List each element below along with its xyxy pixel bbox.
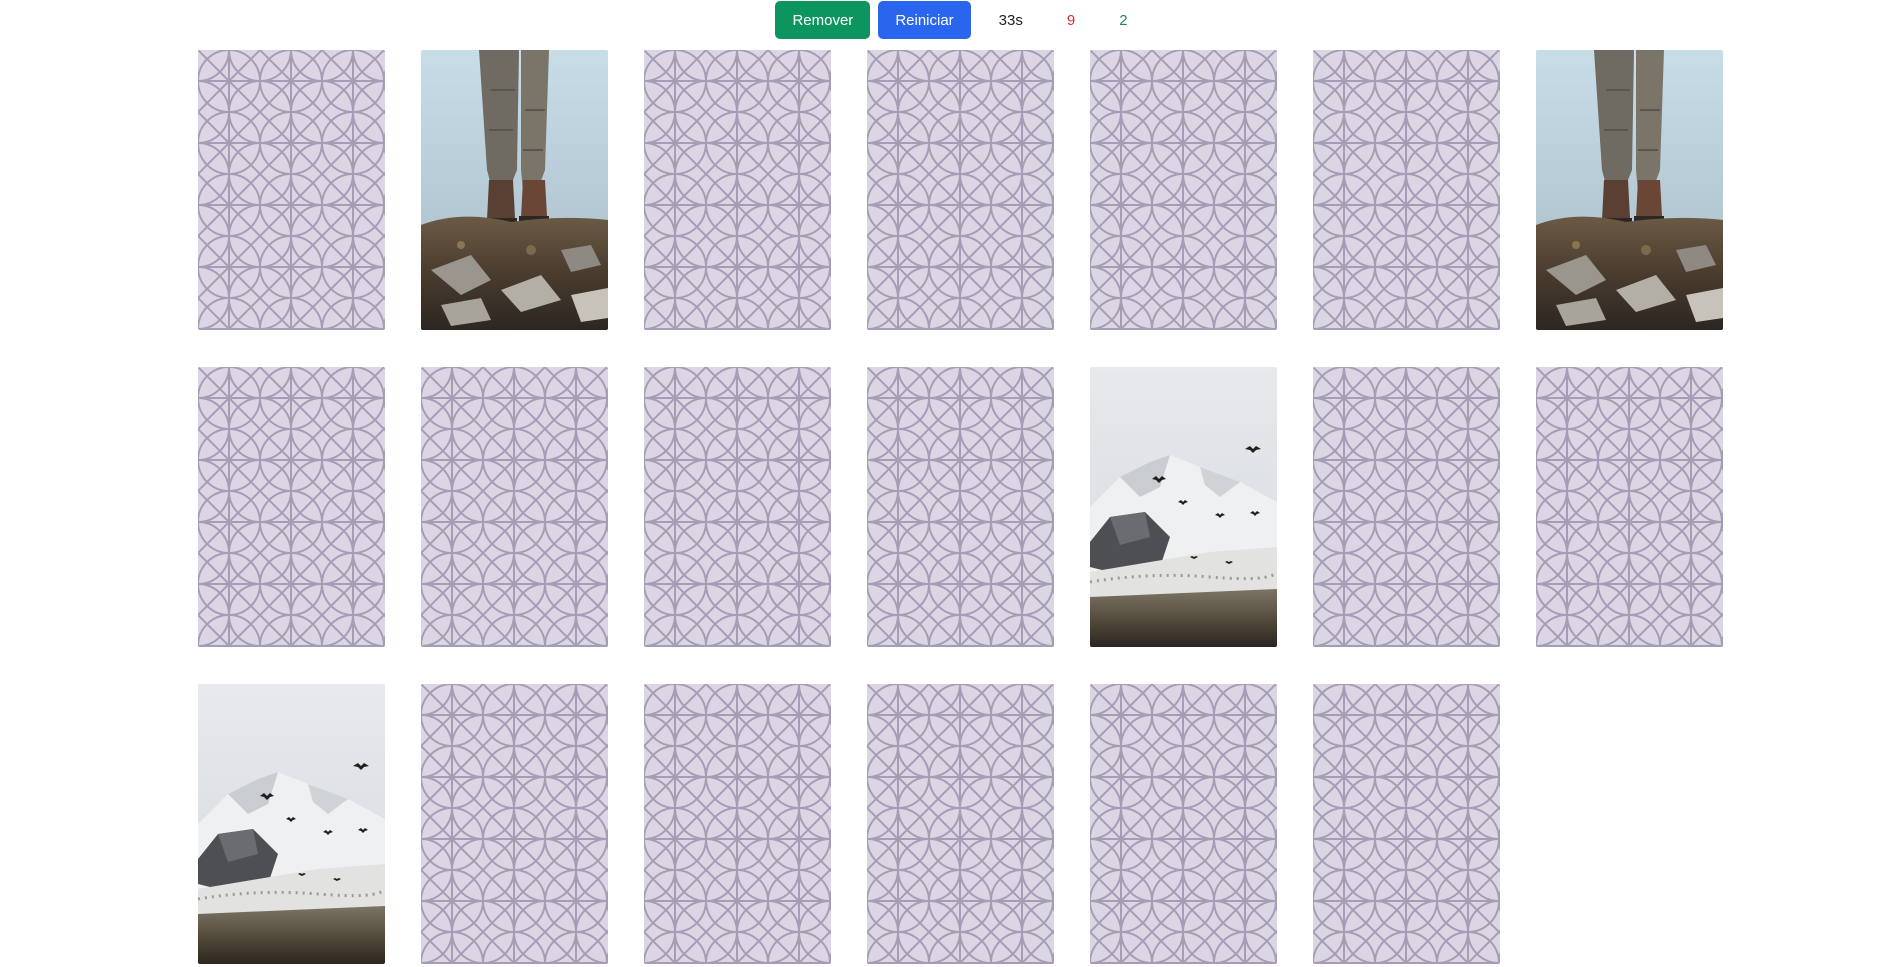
memory-card-revealed[interactable] — [421, 50, 608, 330]
memory-card-hidden[interactable] — [1536, 367, 1723, 647]
memory-card-hidden[interactable] — [644, 50, 831, 330]
card-back-pattern — [198, 367, 385, 647]
memory-card-hidden[interactable] — [421, 684, 608, 964]
hits-count: 2 — [1119, 11, 1128, 29]
memory-card-hidden[interactable] — [867, 684, 1054, 964]
memory-card-hidden[interactable] — [1313, 367, 1500, 647]
card-back-pattern — [1313, 367, 1500, 647]
memory-card-hidden[interactable] — [1313, 684, 1500, 964]
game-toolbar: Remover Reiniciar 33s 9 2 — [0, 0, 1903, 40]
card-back-pattern — [1313, 684, 1500, 964]
memory-card-hidden[interactable] — [1090, 50, 1277, 330]
card-back-pattern — [1313, 50, 1500, 330]
errors-count: 9 — [1066, 11, 1076, 29]
boots-on-rocks-image — [421, 50, 608, 330]
memory-card-hidden[interactable] — [1313, 50, 1500, 330]
memory-card-hidden[interactable] — [867, 367, 1054, 647]
memory-card-hidden[interactable] — [867, 50, 1054, 330]
restart-button[interactable]: Reiniciar — [878, 1, 971, 39]
card-back-pattern — [1090, 50, 1277, 330]
card-back-pattern — [867, 367, 1054, 647]
memory-card-hidden[interactable] — [198, 50, 385, 330]
card-back-pattern — [644, 50, 831, 330]
card-back-pattern — [421, 684, 608, 964]
card-back-pattern — [1536, 367, 1723, 647]
memory-card-hidden[interactable] — [421, 367, 608, 647]
memory-card-revealed[interactable] — [1536, 50, 1723, 330]
memory-card-hidden[interactable] — [1090, 684, 1277, 964]
card-back-pattern — [867, 50, 1054, 330]
memory-card-revealed[interactable] — [198, 684, 385, 964]
snowy-mountain-image — [198, 684, 385, 964]
timer-readout: 33s — [998, 11, 1023, 29]
remove-button[interactable]: Remover — [775, 1, 871, 39]
memory-card-hidden[interactable] — [198, 367, 385, 647]
card-back-pattern — [867, 684, 1054, 964]
toolbar-inner: Remover Reiniciar 33s 9 2 — [775, 0, 1128, 40]
snowy-mountain-image — [1090, 367, 1277, 647]
memory-card-hidden[interactable] — [644, 684, 831, 964]
card-back-pattern — [644, 367, 831, 647]
memory-card-hidden[interactable] — [644, 367, 831, 647]
card-back-pattern — [644, 684, 831, 964]
boots-on-rocks-image — [1536, 50, 1723, 330]
card-back-pattern — [1090, 684, 1277, 964]
card-board — [198, 50, 1724, 964]
memory-card-revealed[interactable] — [1090, 367, 1277, 647]
card-back-pattern — [421, 367, 608, 647]
card-back-pattern — [198, 50, 385, 330]
